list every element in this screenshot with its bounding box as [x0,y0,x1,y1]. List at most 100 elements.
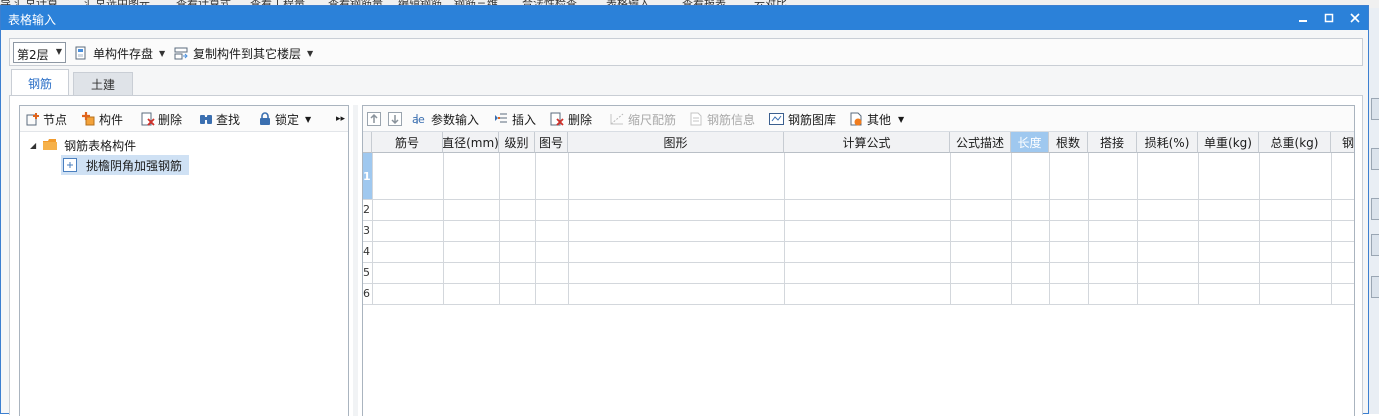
copy-to-floor-button[interactable]: 复制构件到其它楼层 ▼ [174,44,313,62]
col-header-label: 总重(kg) [1270,135,1319,150]
close-button[interactable] [1346,9,1364,27]
grid-row-line [363,199,1354,200]
floor-select-value: 第2层 [17,48,49,62]
delete-row-button[interactable]: 删除 [550,110,592,128]
arrow-down-icon [388,112,402,126]
col-header-loss[interactable]: 损耗(%) [1137,132,1198,153]
row-header-1[interactable]: 1 [363,153,372,199]
lock-label: 锁定 [275,112,300,127]
col-header-label: 长度 [1017,135,1042,150]
param-input-button[interactable]: ae 参数输入 [411,110,479,128]
rebar-library-label: 钢筋图库 [788,112,837,127]
component-node-icon [63,158,77,172]
col-header-bar-no[interactable]: 筋号 [372,132,443,153]
chevron-down-icon: ▼ [159,48,166,58]
grid-row-line [363,283,1354,284]
row-number: 1 [363,170,371,183]
col-header-formula-desc[interactable]: 公式描述 [950,132,1011,153]
col-header-label: 根数 [1055,135,1080,150]
delete-component-label: 删除 [158,112,183,127]
col-header-label: 级别 [504,135,529,150]
row-header-4[interactable]: 4 [363,241,372,262]
grid-col-line [499,153,500,304]
col-header-count[interactable]: 根数 [1049,132,1088,153]
row-header-6[interactable]: 6 [363,283,372,304]
top-toolbar: 第2层 ▼ 单构件存盘 ▼ 复制构件到其它楼层 ▼ [9,38,1363,66]
document-icon [690,112,702,126]
maximize-icon [1324,13,1334,23]
binoculars-icon [200,115,212,124]
bg-edge-button [1371,198,1379,220]
scale-rebar-label: 缩尺配筋 [628,112,677,127]
other-tools-icon [850,112,862,126]
col-header-rebar-partial[interactable]: 钢 [1331,132,1354,153]
copy-floor-icon [174,47,188,60]
other-menu-button[interactable]: 其他 ▼ [849,110,904,128]
folder-icon [43,139,58,150]
grid-col-line [568,153,569,304]
row-header-2[interactable]: 2 [363,199,372,220]
grid-col-line [1259,153,1260,304]
grid-toolbar: ae 参数输入 插入 删除 缩尺配筋 钢筋信息 钢筋图库 其他 ▼ [363,106,1354,132]
col-header-label: 公式描述 [955,135,1004,150]
row-header-5[interactable]: 5 [363,262,372,283]
save-component-button[interactable]: 单构件存盘 ▼ [74,44,165,62]
lock-icon [260,112,270,125]
row-number: 3 [363,224,370,237]
col-header-label: 损耗(%) [1144,135,1190,150]
scale-rebar-button[interactable]: 缩尺配筋 [610,110,676,128]
overflow-icon: ▸▸ [336,114,346,124]
move-down-button[interactable] [388,110,406,128]
col-header-diameter[interactable]: 直径(mm) [443,132,499,153]
lock-button[interactable]: 锁定 ▼ [258,110,311,128]
rebar-grid-panel: ae 参数输入 插入 删除 缩尺配筋 钢筋信息 钢筋图库 其他 ▼ 筋号 直径(… [362,105,1355,416]
col-header-formula[interactable]: 计算公式 [784,132,950,153]
col-header-length[interactable]: 长度 [1011,132,1049,153]
delete-component-button[interactable]: 删除 [141,110,182,128]
grid-row-line [363,220,1354,221]
save-component-label: 单构件存盘 [93,46,154,61]
tab-rebar[interactable]: 钢筋 [11,69,69,96]
col-header-lap[interactable]: 搭接 [1088,132,1137,153]
insert-row-icon [495,113,507,123]
panel-splitter[interactable] [353,105,358,416]
col-header-total-weight[interactable]: 总重(kg) [1259,132,1331,153]
tree-child-label: 挑檐阴角加强钢筋 [86,158,183,173]
row-header-3[interactable]: 3 [363,220,372,241]
rebar-info-label: 钢筋信息 [707,112,756,127]
col-header-unit-weight[interactable]: 单重(kg) [1198,132,1259,153]
rebar-info-button[interactable]: 钢筋信息 [689,110,755,128]
maximize-button[interactable] [1320,9,1338,27]
col-header-label: 图号 [538,135,563,150]
move-up-button[interactable] [367,110,385,128]
col-header-grade[interactable]: 级别 [499,132,535,153]
grid-row-line [363,262,1354,263]
tree-toolbar: 节点 构件 删除 查找 锁定 ▼ ▸▸ [20,106,348,132]
save-component-icon [75,46,86,60]
row-number: 4 [363,245,370,258]
bg-edge-button [1371,234,1379,256]
col-header-figure-no[interactable]: 图号 [535,132,568,153]
bg-edge-button [1371,276,1379,298]
add-node-button[interactable]: 节点 [26,110,67,128]
bg-edge-button [1371,148,1379,170]
tree-child-node[interactable]: 挑檐阴角加强钢筋 [61,155,190,175]
col-header-label: 搭接 [1099,135,1124,150]
col-header-shape[interactable]: 图形 [568,132,784,153]
add-component-label: 构件 [99,112,124,127]
tree-root-node[interactable]: ◢ 钢筋表格构件 [30,135,136,155]
col-header-label: 图形 [663,135,688,150]
find-button[interactable]: 查找 [199,110,240,128]
rebar-library-button[interactable]: 钢筋图库 [768,110,836,128]
grid-col-line [1137,153,1138,304]
window-titlebar[interactable]: 表格输入 [1,6,1368,30]
toolbar-overflow-button[interactable]: ▸▸ [336,110,345,128]
floor-select[interactable]: 第2层 ▼ [13,42,66,63]
grid-col-line [1011,153,1012,304]
minimize-button[interactable] [1294,9,1312,27]
tab-civil[interactable]: 土建 [73,72,133,95]
grid-col-line [1049,153,1050,304]
add-component-button[interactable]: 构件 [82,110,123,128]
collapse-triangle-icon[interactable]: ◢ [30,141,36,150]
insert-row-button[interactable]: 插入 [494,110,536,128]
